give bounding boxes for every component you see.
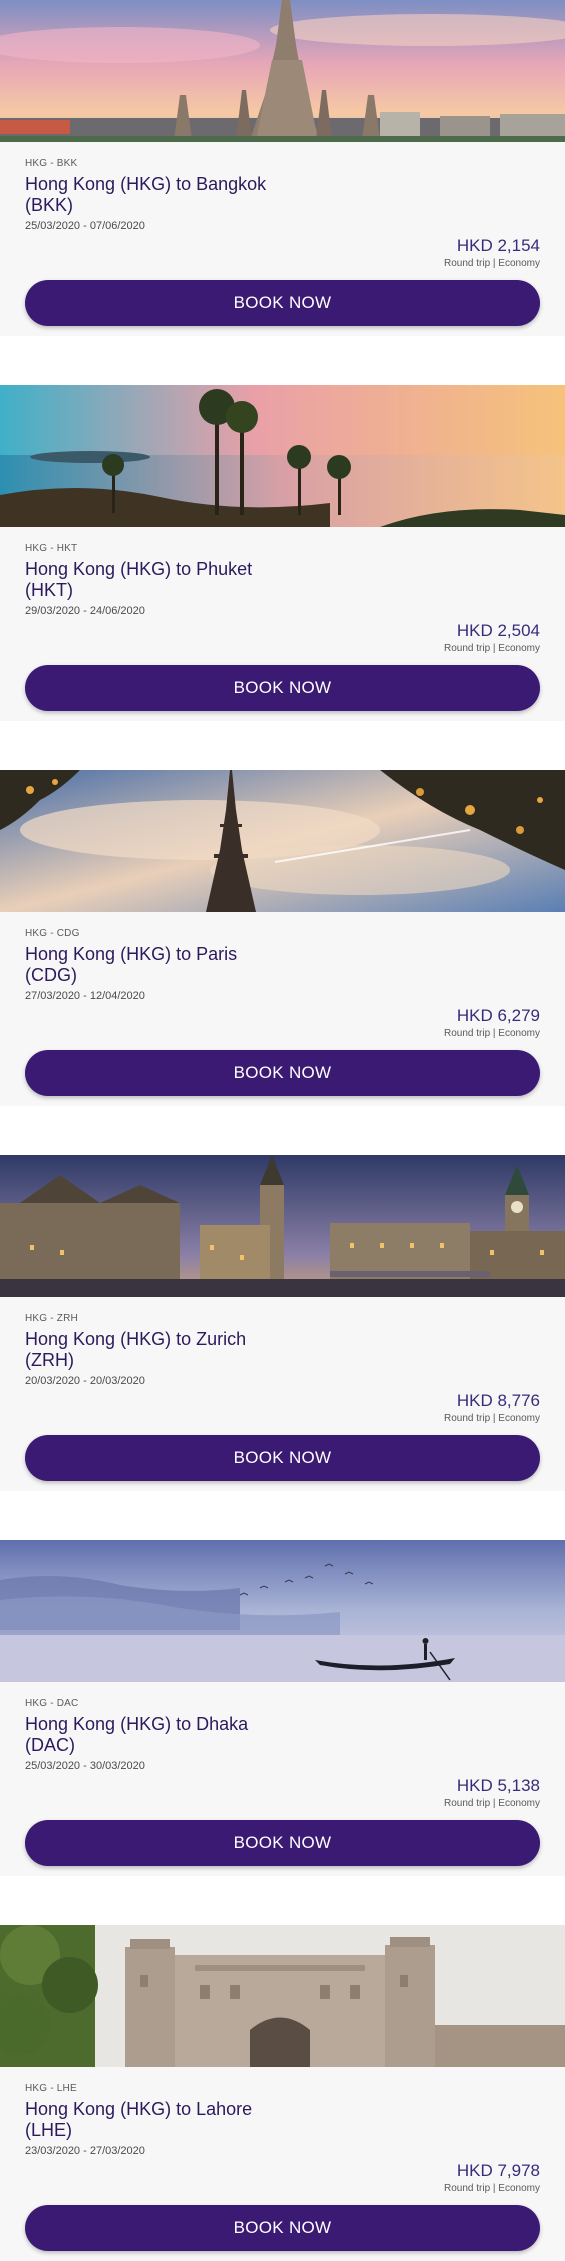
- fare-class-info: Round trip | Economy: [444, 1798, 540, 1809]
- route-code: HKG - BKK: [25, 158, 78, 169]
- paris-eiffel-tower-photo[interactable]: [0, 770, 565, 912]
- deal-card-lhe[interactable]: HKG - LHE Hong Kong (HKG) to Lahore (LHE…: [0, 1925, 565, 2261]
- fare-class-info: Round trip | Economy: [444, 1413, 540, 1424]
- fare-price: HKD 6,279: [456, 1006, 540, 1025]
- fare-class-info: Round trip | Economy: [444, 643, 540, 654]
- route-title[interactable]: Hong Kong (HKG) to Dhaka (DAC): [25, 1714, 285, 1756]
- route-code: HKG - ZRH: [25, 1313, 78, 1324]
- travel-dates: 25/03/2020 - 30/03/2020: [25, 1760, 145, 1772]
- zurich-riverside-photo[interactable]: [0, 1155, 565, 1297]
- route-title[interactable]: Hong Kong (HKG) to Phuket (HKT): [25, 559, 285, 601]
- fare-price: HKD 8,776: [456, 1391, 540, 1410]
- route-title[interactable]: Hong Kong (HKG) to Lahore (LHE): [25, 2099, 285, 2141]
- book-now-button[interactable]: BOOK NOW: [25, 665, 540, 711]
- book-now-button[interactable]: BOOK NOW: [25, 1435, 540, 1481]
- fare-price: HKD 2,154: [456, 236, 540, 255]
- deal-card-hkt[interactable]: HKG - HKT Hong Kong (HKG) to Phuket (HKT…: [0, 385, 565, 721]
- book-now-button[interactable]: BOOK NOW: [25, 1820, 540, 1866]
- route-code: HKG - HKT: [25, 543, 78, 554]
- book-now-button[interactable]: BOOK NOW: [25, 280, 540, 326]
- route-title[interactable]: Hong Kong (HKG) to Bangkok (BKK): [25, 174, 285, 216]
- travel-dates: 29/03/2020 - 24/06/2020: [25, 605, 145, 617]
- fare-price: HKD 2,504: [456, 621, 540, 640]
- fare-class-info: Round trip | Economy: [444, 1028, 540, 1039]
- route-code: HKG - CDG: [25, 928, 80, 939]
- deal-details: HKG - DAC Hong Kong (HKG) to Dhaka (DAC)…: [25, 1682, 540, 1876]
- fare-class-info: Round trip | Economy: [444, 258, 540, 269]
- book-now-button[interactable]: BOOK NOW: [25, 1050, 540, 1096]
- fare-class-info: Round trip | Economy: [444, 2183, 540, 2194]
- deal-details: HKG - BKK Hong Kong (HKG) to Bangkok (BK…: [25, 142, 540, 336]
- travel-dates: 25/03/2020 - 07/06/2020: [25, 220, 145, 232]
- route-title[interactable]: Hong Kong (HKG) to Paris (CDG): [25, 944, 285, 986]
- route-code: HKG - DAC: [25, 1698, 79, 1709]
- deal-details: HKG - LHE Hong Kong (HKG) to Lahore (LHE…: [25, 2067, 540, 2261]
- route-title[interactable]: Hong Kong (HKG) to Zurich (ZRH): [25, 1329, 285, 1371]
- fare-price: HKD 7,978: [456, 2161, 540, 2180]
- deal-details: HKG - HKT Hong Kong (HKG) to Phuket (HKT…: [25, 527, 540, 721]
- deal-details: HKG - ZRH Hong Kong (HKG) to Zurich (ZRH…: [25, 1297, 540, 1491]
- travel-dates: 23/03/2020 - 27/03/2020: [25, 2145, 145, 2157]
- lahore-fort-photo[interactable]: [0, 1925, 565, 2067]
- phuket-palm-sunset-photo[interactable]: [0, 385, 565, 527]
- travel-dates: 27/03/2020 - 12/04/2020: [25, 990, 145, 1002]
- deal-card-cdg[interactable]: HKG - CDG Hong Kong (HKG) to Paris (CDG)…: [0, 770, 565, 1106]
- deal-details: HKG - CDG Hong Kong (HKG) to Paris (CDG)…: [25, 912, 540, 1106]
- travel-dates: 20/03/2020 - 20/03/2020: [25, 1375, 145, 1387]
- deal-card-dac[interactable]: HKG - DAC Hong Kong (HKG) to Dhaka (DAC)…: [0, 1540, 565, 1876]
- book-now-button[interactable]: BOOK NOW: [25, 2205, 540, 2251]
- fare-price: HKD 5,138: [456, 1776, 540, 1795]
- route-code: HKG - LHE: [25, 2083, 77, 2094]
- deal-card-zrh[interactable]: HKG - ZRH Hong Kong (HKG) to Zurich (ZRH…: [0, 1155, 565, 1491]
- dhaka-river-boat-photo[interactable]: [0, 1540, 565, 1682]
- deal-card-bkk[interactable]: HKG - BKK Hong Kong (HKG) to Bangkok (BK…: [0, 0, 565, 336]
- bangkok-temple-photo[interactable]: [0, 0, 565, 142]
